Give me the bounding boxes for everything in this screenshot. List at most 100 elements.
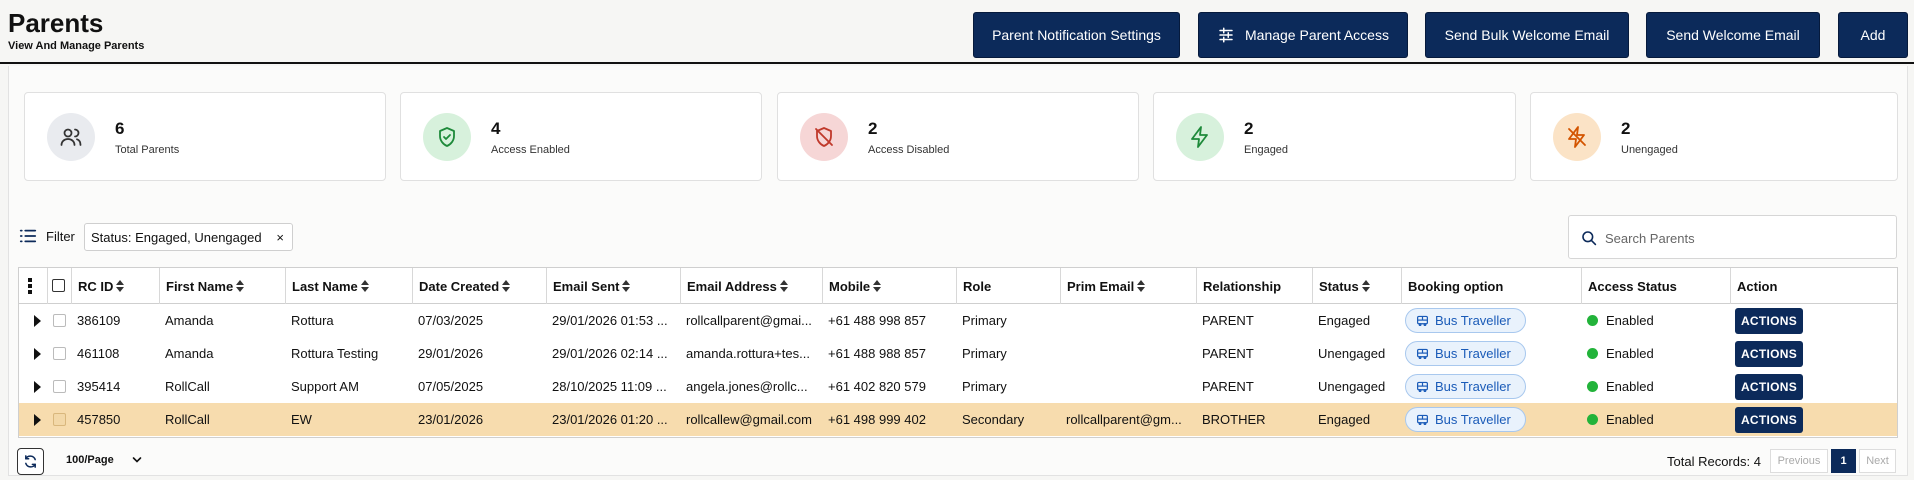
row-checkbox[interactable] [53, 347, 66, 360]
send-bulk-welcome-email-button[interactable]: Send Bulk Welcome Email [1425, 12, 1629, 58]
booking-pill-label: Bus Traveller [1435, 412, 1511, 427]
cell-booking-option: Bus Traveller [1401, 304, 1581, 337]
cell-email-address: rollcallparent@gmai... [686, 313, 812, 328]
expand-row-icon[interactable] [34, 414, 41, 426]
th-email-sent[interactable]: Email Sent [546, 268, 680, 304]
parents-table: RC ID First Name Last Name Date Created … [18, 267, 1898, 438]
stat-label: Access Disabled [868, 144, 950, 156]
row-checkbox[interactable] [53, 413, 66, 426]
parent-notification-settings-button[interactable]: Parent Notification Settings [973, 12, 1180, 58]
th-status[interactable]: Status [1312, 268, 1401, 304]
page-size-select[interactable]: 100/Page [66, 454, 114, 466]
th-date-created[interactable]: Date Created [412, 268, 546, 304]
chevron-down-icon[interactable] [132, 456, 142, 464]
cell-last-name: Rottura [291, 313, 334, 328]
cell-status: Engaged [1318, 412, 1371, 427]
cell-first-name: Amanda [165, 346, 214, 361]
filter-label[interactable]: Filter [46, 229, 75, 244]
send-welcome-email-button[interactable]: Send Welcome Email [1646, 12, 1820, 58]
cell-role: Primary [962, 313, 1007, 328]
cell-mobile: +61 488 988 857 [828, 346, 926, 361]
th-rc-id[interactable]: RC ID [71, 268, 159, 304]
page-1-button[interactable]: 1 [1831, 449, 1856, 473]
sort-icon[interactable] [360, 279, 370, 293]
table-header: RC ID First Name Last Name Date Created … [19, 268, 1897, 304]
cell-email-sent: 29/01/2026 02:14 ... [552, 346, 668, 361]
th-first-name[interactable]: First Name [159, 268, 285, 304]
cell-access-status: Enabled [1581, 403, 1730, 436]
cell-access-status: Enabled [1581, 370, 1730, 403]
zap-off-icon [1568, 126, 1586, 148]
search-box[interactable] [1568, 215, 1897, 259]
th-prim-email[interactable]: Prim Email [1060, 268, 1196, 304]
table-row[interactable]: 395414 RollCall Support AM 07/05/2025 28… [19, 370, 1897, 403]
send-bulk-welcome-email-label: Send Bulk Welcome Email [1444, 27, 1610, 43]
cell-email-address: amanda.rottura+tes... [686, 346, 810, 361]
actions-button[interactable]: ACTIONS [1735, 307, 1803, 334]
sort-icon[interactable] [1361, 279, 1371, 293]
stat-label: Access Enabled [491, 144, 570, 156]
cell-email-address: rollcallew@gmail.com [686, 412, 812, 427]
table-row[interactable]: 461108 Amanda Rottura Testing 29/01/2026… [19, 337, 1897, 370]
th-label: Mobile [829, 278, 871, 294]
sort-icon[interactable] [873, 279, 882, 293]
actions-button[interactable]: ACTIONS [1735, 340, 1803, 367]
sort-icon[interactable] [116, 279, 125, 293]
manage-parent-access-label: Manage Parent Access [1245, 27, 1389, 43]
th-mobile[interactable]: Mobile [822, 268, 956, 304]
th-label: Date Created [419, 278, 500, 294]
expand-row-icon[interactable] [34, 315, 41, 327]
header-select-all[interactable] [47, 268, 71, 304]
expand-row-icon[interactable] [34, 348, 41, 360]
sort-icon[interactable] [779, 279, 789, 293]
cell-date-created: 07/05/2025 [418, 379, 484, 394]
cell-mobile: +61 498 999 402 [828, 412, 926, 427]
th-email-address[interactable]: Email Address [680, 268, 822, 304]
booking-pill[interactable]: Bus Traveller [1405, 374, 1526, 399]
zap-icon [1191, 126, 1208, 148]
booking-pill[interactable]: Bus Traveller [1405, 341, 1526, 366]
column-menu[interactable] [19, 268, 47, 304]
table-row[interactable]: 386109 Amanda Rottura 07/03/2025 29/01/2… [19, 304, 1897, 337]
status-filter-chip[interactable]: Status: Engaged, Unengaged × [84, 223, 293, 251]
cell-status: Engaged [1318, 313, 1371, 328]
page-title: Parents [8, 8, 104, 38]
sort-icon[interactable] [1137, 279, 1146, 293]
page-header: Parents View And Manage Parents Parent N… [0, 0, 1914, 64]
th-last-name[interactable]: Last Name [285, 268, 412, 304]
close-icon[interactable]: × [276, 230, 284, 245]
th-label: Last Name [292, 278, 358, 294]
cell-action: ACTIONS [1730, 337, 1897, 370]
expand-row-icon[interactable] [34, 381, 41, 393]
sort-icon[interactable] [236, 279, 245, 293]
actions-button[interactable]: ACTIONS [1735, 373, 1803, 400]
sort-icon[interactable] [502, 279, 511, 293]
select-all-checkbox[interactable] [52, 279, 65, 292]
cell-first-name: RollCall [165, 379, 210, 394]
cell-role: Secondary [962, 412, 1025, 427]
access-status-label: Enabled [1606, 379, 1654, 394]
cell-action: ACTIONS [1730, 304, 1897, 337]
page-subtitle: View And Manage Parents [8, 40, 145, 52]
add-parent-button[interactable]: Add [1838, 12, 1908, 58]
table-row-selected[interactable]: 457850 RollCall EW 23/01/2026 23/01/2026… [19, 403, 1897, 436]
actions-button[interactable]: ACTIONS [1735, 406, 1803, 433]
cell-relationship: PARENT [1202, 346, 1254, 361]
users-icon [60, 128, 82, 146]
cell-relationship: PARENT [1202, 313, 1254, 328]
bus-icon [1417, 414, 1428, 425]
refresh-button[interactable] [17, 448, 44, 475]
search-input[interactable] [1605, 226, 1885, 250]
status-dot-icon [1587, 381, 1598, 392]
manage-parent-access-button[interactable]: Manage Parent Access [1198, 12, 1408, 58]
previous-page-button[interactable]: Previous [1770, 449, 1828, 473]
filter-list-icon[interactable] [19, 227, 37, 245]
cell-prim-email [1060, 337, 1196, 370]
row-checkbox[interactable] [53, 380, 66, 393]
row-checkbox[interactable] [53, 314, 66, 327]
booking-pill[interactable]: Bus Traveller [1405, 407, 1526, 432]
cell-email-sent: 29/01/2026 01:53 ... [552, 313, 668, 328]
sort-icon[interactable] [622, 279, 631, 293]
next-page-button[interactable]: Next [1859, 449, 1896, 473]
booking-pill[interactable]: Bus Traveller [1405, 308, 1526, 333]
